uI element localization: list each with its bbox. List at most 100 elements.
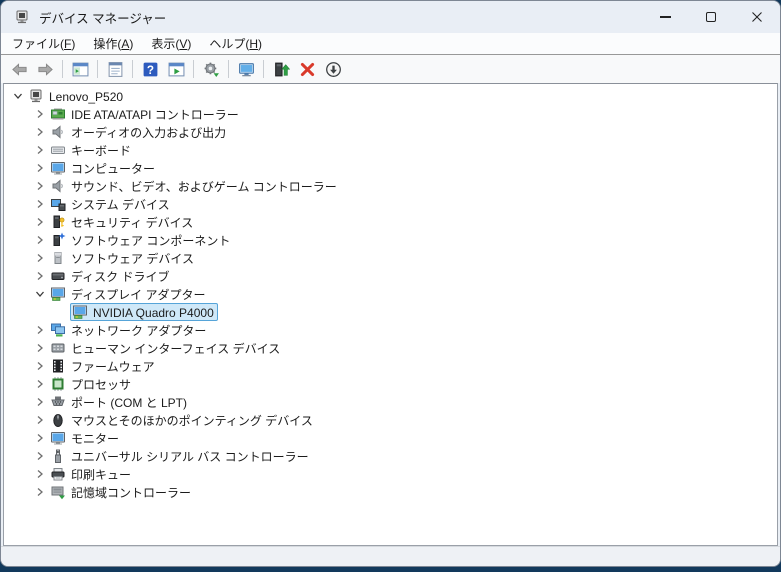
titlebar[interactable]: デバイス マネージャー bbox=[1, 1, 780, 33]
tree-item-label[interactable]: プロセッサ bbox=[71, 375, 131, 393]
minimize-button[interactable] bbox=[642, 1, 688, 33]
tree-item[interactable]: モニター bbox=[4, 429, 777, 447]
expander-chevron-icon[interactable] bbox=[32, 196, 48, 212]
tree-item[interactable]: Lenovo_P520 bbox=[4, 87, 777, 105]
tree-item-body[interactable]: コンピューター bbox=[48, 159, 159, 177]
tree-item-body[interactable]: セキュリティ デバイス bbox=[48, 213, 197, 231]
tree-item-body[interactable]: Lenovo_P520 bbox=[26, 87, 127, 105]
tree-item[interactable]: コンピューター bbox=[4, 159, 777, 177]
tree-item-body[interactable]: ポート (COM と LPT) bbox=[48, 393, 191, 411]
tree-item-body[interactable]: 記憶域コントローラー bbox=[48, 483, 195, 501]
tree-item[interactable]: ソフトウェア デバイス bbox=[4, 249, 777, 267]
tree-item-body[interactable]: ヒューマン インターフェイス デバイス bbox=[48, 339, 284, 357]
expander-chevron-icon[interactable] bbox=[32, 340, 48, 356]
tree-item-label[interactable]: IDE ATA/ATAPI コントローラー bbox=[71, 105, 239, 123]
tree-item-body[interactable]: サウンド、ビデオ、およびゲーム コントローラー bbox=[48, 177, 341, 195]
tree-item-label[interactable]: コンピューター bbox=[71, 159, 155, 177]
expander-chevron-icon[interactable] bbox=[32, 466, 48, 482]
expander-chevron-icon[interactable] bbox=[32, 358, 48, 374]
menu-view[interactable]: 表示(V) bbox=[142, 33, 200, 54]
uninstall-device-button[interactable] bbox=[294, 57, 320, 81]
tree-item[interactable]: オーディオの入力および出力 bbox=[4, 123, 777, 141]
tree-item[interactable]: ユニバーサル シリアル バス コントローラー bbox=[4, 447, 777, 465]
tree-item-body[interactable]: ネットワーク アダプター bbox=[48, 321, 210, 339]
tree-item[interactable]: ディスプレイ アダプター bbox=[4, 285, 777, 303]
tree-item[interactable]: キーボード bbox=[4, 141, 777, 159]
tree-item-body[interactable]: システム デバイス bbox=[48, 195, 174, 213]
tree-item-label[interactable]: ネットワーク アダプター bbox=[71, 321, 206, 339]
tree-item-label[interactable]: オーディオの入力および出力 bbox=[71, 123, 226, 141]
add-hardware-button[interactable] bbox=[198, 57, 224, 81]
tree-item-body[interactable]: ユニバーサル シリアル バス コントローラー bbox=[48, 447, 313, 465]
tree-item-label[interactable]: キーボード bbox=[71, 141, 131, 159]
tree-item[interactable]: ディスク ドライブ bbox=[4, 267, 777, 285]
tree-item[interactable]: マウスとそのほかのポインティング デバイス bbox=[4, 411, 777, 429]
expander-chevron-icon[interactable] bbox=[32, 232, 48, 248]
tree-item-label[interactable]: モニター bbox=[71, 429, 119, 447]
expander-chevron-icon[interactable] bbox=[32, 430, 48, 446]
tree-item[interactable]: ヒューマン インターフェイス デバイス bbox=[4, 339, 777, 357]
tree-item-label[interactable]: ポート (COM と LPT) bbox=[71, 393, 187, 411]
menu-action[interactable]: 操作(A) bbox=[84, 33, 142, 54]
action-pane-button[interactable] bbox=[163, 57, 189, 81]
expander-chevron-icon[interactable] bbox=[32, 484, 48, 500]
tree-item-body[interactable]: マウスとそのほかのポインティング デバイス bbox=[48, 411, 317, 429]
expander-chevron-icon[interactable] bbox=[32, 160, 48, 176]
scan-hardware-changes-button[interactable] bbox=[233, 57, 259, 81]
tree-item-label[interactable]: 印刷キュー bbox=[71, 465, 131, 483]
expander-chevron-icon[interactable] bbox=[10, 88, 26, 104]
tree-item[interactable]: ネットワーク アダプター bbox=[4, 321, 777, 339]
tree-item-label[interactable]: ユニバーサル シリアル バス コントローラー bbox=[71, 447, 309, 465]
tree-item-label[interactable]: ソフトウェア デバイス bbox=[71, 249, 194, 267]
tree-item[interactable]: システム デバイス bbox=[4, 195, 777, 213]
tree-item-label[interactable]: システム デバイス bbox=[71, 195, 170, 213]
expander-chevron-icon[interactable] bbox=[32, 286, 48, 302]
close-button[interactable] bbox=[734, 1, 780, 33]
expander-chevron-icon[interactable] bbox=[32, 106, 48, 122]
forward-button[interactable] bbox=[32, 57, 58, 81]
tree-item-label[interactable]: マウスとそのほかのポインティング デバイス bbox=[71, 411, 313, 429]
properties-button[interactable] bbox=[102, 57, 128, 81]
tree-item-label[interactable]: ヒューマン インターフェイス デバイス bbox=[71, 339, 280, 357]
tree-item[interactable]: IDE ATA/ATAPI コントローラー bbox=[4, 105, 777, 123]
tree-item-body[interactable]: ディスク ドライブ bbox=[48, 267, 174, 285]
expander-chevron-icon[interactable] bbox=[32, 250, 48, 266]
back-button[interactable] bbox=[6, 57, 32, 81]
tree-item-body[interactable]: IDE ATA/ATAPI コントローラー bbox=[48, 105, 243, 123]
tree-item-label[interactable]: Lenovo_P520 bbox=[49, 89, 123, 104]
expander-chevron-icon[interactable] bbox=[32, 376, 48, 392]
tree-item[interactable]: プロセッサ bbox=[4, 375, 777, 393]
tree-item-label[interactable]: ソフトウェア コンポーネント bbox=[71, 231, 230, 249]
menu-help[interactable]: ヘルプ(H) bbox=[200, 33, 271, 54]
tree-item[interactable]: NVIDIA Quadro P4000 bbox=[4, 303, 777, 321]
update-driver-button[interactable] bbox=[268, 57, 294, 81]
disable-device-button[interactable] bbox=[320, 57, 346, 81]
tree-item-label[interactable]: ディスプレイ アダプター bbox=[71, 285, 206, 303]
expander-chevron-icon[interactable] bbox=[32, 142, 48, 158]
expander-chevron-icon[interactable] bbox=[32, 178, 48, 194]
tree-item-selected[interactable]: NVIDIA Quadro P4000 bbox=[70, 303, 218, 321]
tree-item[interactable]: ファームウェア bbox=[4, 357, 777, 375]
tree-item[interactable]: セキュリティ デバイス bbox=[4, 213, 777, 231]
tree-item[interactable]: 印刷キュー bbox=[4, 465, 777, 483]
expander-chevron-icon[interactable] bbox=[32, 448, 48, 464]
tree-item-body[interactable]: 印刷キュー bbox=[48, 465, 135, 483]
menu-file[interactable]: ファイル(F) bbox=[3, 33, 84, 54]
tree-item-label[interactable]: ファームウェア bbox=[71, 357, 155, 375]
tree-item-body[interactable]: ソフトウェア コンポーネント bbox=[48, 231, 234, 249]
tree-item-label[interactable]: セキュリティ デバイス bbox=[71, 213, 193, 231]
expander-chevron-icon[interactable] bbox=[32, 412, 48, 428]
expander-chevron-icon[interactable] bbox=[32, 214, 48, 230]
tree-item-body[interactable]: オーディオの入力および出力 bbox=[48, 123, 230, 141]
help-button[interactable]: ? bbox=[137, 57, 163, 81]
tree-item-label[interactable]: ディスク ドライブ bbox=[71, 267, 170, 285]
tree-item-label[interactable]: 記憶域コントローラー bbox=[71, 483, 191, 501]
tree-item-body[interactable]: モニター bbox=[48, 429, 123, 447]
tree-item-body[interactable]: ディスプレイ アダプター bbox=[48, 285, 210, 303]
tree-item-label[interactable]: サウンド、ビデオ、およびゲーム コントローラー bbox=[71, 177, 337, 195]
tree-item[interactable]: サウンド、ビデオ、およびゲーム コントローラー bbox=[4, 177, 777, 195]
tree-item-body[interactable]: キーボード bbox=[48, 141, 135, 159]
expander-chevron-icon[interactable] bbox=[32, 124, 48, 140]
tree-item-label[interactable]: NVIDIA Quadro P4000 bbox=[93, 305, 214, 320]
tree-item-body[interactable]: ソフトウェア デバイス bbox=[48, 249, 198, 267]
